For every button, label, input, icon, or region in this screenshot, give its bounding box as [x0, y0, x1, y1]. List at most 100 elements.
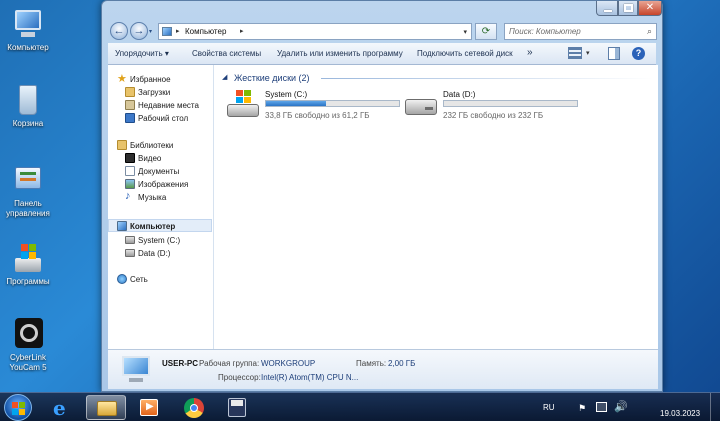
sidebar-item-music[interactable]: ♪ Музыка [108, 190, 212, 204]
more-commands-button[interactable]: » [527, 47, 533, 58]
computer-small-icon [162, 27, 172, 36]
close-icon: ✕ [645, 2, 655, 13]
back-button[interactable]: ← [110, 22, 128, 40]
taskbar-chrome[interactable] [174, 395, 214, 420]
search-input[interactable]: Поиск: Компьютер ⌕ [504, 23, 657, 40]
play-icon: ▶ [146, 401, 154, 412]
sidebar-item-label: Data (D:) [138, 249, 171, 258]
sidebar-item-label: Документы [138, 167, 180, 176]
desktop-folder-icon [125, 113, 135, 123]
cpu-value: Intel(R) Atom(TM) CPU N... [261, 373, 359, 382]
sidebar-item-label: Музыка [138, 193, 167, 202]
language-indicator[interactable]: RU [543, 403, 555, 412]
maximize-icon [624, 4, 633, 12]
close-button[interactable]: ✕ [638, 1, 662, 16]
clock-date[interactable]: 19.03.2023 [660, 409, 700, 418]
system-properties-button[interactable]: Свойства системы [192, 49, 261, 58]
desktop-icon-label: Корзина [12, 119, 44, 128]
sidebar-item-network[interactable]: Сеть [108, 273, 212, 286]
desktop-icon-label: Компьютер [7, 43, 49, 52]
help-icon[interactable]: ? [632, 47, 645, 60]
desktop-icon-control-panel[interactable]: Панель управления [2, 164, 54, 219]
desktop-icon-youcam[interactable]: CyberLink YouCam 5 [2, 318, 54, 373]
taskbar-media-player[interactable]: ▶ [130, 395, 170, 420]
sidebar-item-libraries[interactable]: Библиотеки [108, 139, 212, 152]
sidebar-item-label: Недавние места [138, 101, 199, 110]
show-desktop-button[interactable] [710, 393, 720, 421]
breadcrumb-computer[interactable]: Компьютер [185, 27, 226, 36]
address-bar[interactable]: ▸ Компьютер ▸ ▾ [158, 23, 472, 40]
refresh-button[interactable]: ⟳ [475, 23, 497, 40]
section-divider [321, 78, 653, 79]
control-panel-icon [11, 164, 45, 196]
uninstall-program-button[interactable]: Удалить или изменить программу [277, 49, 403, 58]
desktop-icon-label: Программы [6, 277, 50, 286]
command-bar: Упорядочить ▾ Свойства системы Удалить и… [108, 43, 656, 65]
drive-icon [125, 249, 135, 257]
drive-name: Data (D:) [443, 90, 476, 99]
folder-icon [97, 401, 117, 416]
map-network-drive-button[interactable]: Подключить сетевой диск [417, 49, 513, 58]
view-options-icon[interactable] [568, 47, 582, 59]
section-title: Жесткие диски (2) [234, 73, 310, 83]
drive-free-space: 232 ГБ свободно из 232 ГБ [443, 111, 544, 120]
flag-icon[interactable]: ⚑ [578, 403, 586, 414]
drive-tile-data-d[interactable]: Data (D:) 232 ГБ свободно из 232 ГБ [399, 87, 579, 121]
sidebar-item-label: Изображения [138, 180, 189, 189]
memory-value: 2,00 ГБ [388, 359, 416, 368]
sidebar-item-documents[interactable]: Документы [108, 165, 212, 178]
sidebar-item-images[interactable]: Изображения [108, 178, 212, 191]
computer-small-icon [117, 221, 127, 231]
section-header[interactable]: ◢ Жесткие диски (2) [219, 72, 653, 84]
sidebar-item-data-d[interactable]: Data (D:) [108, 247, 212, 260]
system-drive-icon [227, 90, 261, 118]
music-note-icon: ♪ [125, 190, 131, 202]
organize-button[interactable]: Упорядочить ▾ [115, 49, 169, 58]
address-dropdown-icon[interactable]: ▾ [463, 28, 467, 36]
network-tray-icon[interactable] [596, 402, 607, 412]
preview-pane-icon[interactable] [608, 47, 620, 60]
drive-icon [125, 236, 135, 244]
taskbar-internet-explorer[interactable]: e [42, 395, 82, 420]
workgroup-label: Рабочая группа: [199, 359, 260, 368]
history-dropdown-icon[interactable]: ▾ [149, 28, 152, 35]
forward-button[interactable]: → [130, 22, 148, 40]
drive-tile-system-c[interactable]: System (C:) 33,8 ГБ свободно из 61,2 ГБ [221, 87, 401, 121]
arrow-right-icon: → [133, 25, 145, 37]
organize-label: Упорядочить [115, 49, 163, 58]
desktop-icon-programs[interactable]: Программы [2, 242, 54, 287]
refresh-icon: ⟳ [481, 26, 491, 37]
sidebar-item-recent[interactable]: Недавние места [108, 99, 212, 112]
drive-usage-bar [265, 100, 400, 107]
start-button[interactable] [4, 394, 32, 421]
maximize-button[interactable] [618, 1, 638, 16]
chevron-down-icon[interactable]: ▾ [586, 49, 590, 57]
webcam-icon [11, 318, 45, 350]
computer-icon [11, 8, 45, 40]
sidebar-item-computer[interactable]: Компьютер [108, 219, 212, 232]
sidebar-item-label: Компьютер [130, 222, 176, 231]
navigation-bar: ← → ▾ ▸ Компьютер ▸ ▾ ⟳ Поиск: Компьютер… [108, 20, 657, 44]
sidebar-item-desktop[interactable]: Рабочий стол [108, 112, 212, 125]
minimize-button[interactable] [596, 1, 618, 16]
sidebar-item-label: Рабочий стол [138, 114, 189, 123]
breadcrumb-separator-icon: ▸ [240, 28, 244, 35]
sidebar-item-system-c[interactable]: System (C:) [108, 234, 212, 247]
chrome-center-icon [190, 404, 198, 412]
volume-icon[interactable]: 🔊 [614, 400, 628, 413]
images-icon [125, 179, 135, 189]
hard-drive-icon [405, 90, 439, 118]
explorer-window: ✕ ← → ▾ ▸ Компьютер ▸ ▾ ⟳ Поиск: Компьют… [101, 0, 663, 392]
workgroup-value: WORKGROUP [261, 359, 316, 368]
sidebar-item-video[interactable]: Видео [108, 152, 212, 165]
desktop-icon-computer[interactable]: Компьютер [2, 8, 54, 53]
sidebar-item-label: System (C:) [138, 236, 181, 245]
taskbar: e ▶ RU ⚑ 🔊 19.03.2023 [0, 392, 720, 421]
taskbar-save-app[interactable] [218, 395, 258, 420]
sidebar-item-downloads[interactable]: Загрузки [108, 86, 212, 99]
sidebar-item-label: Видео [138, 154, 162, 163]
desktop-icon-recycle-bin[interactable]: Корзина [2, 84, 54, 129]
sidebar-item-favorites[interactable]: ★ Избранное [108, 73, 212, 86]
taskbar-explorer[interactable] [86, 395, 126, 420]
sidebar-item-label: Загрузки [138, 88, 171, 97]
